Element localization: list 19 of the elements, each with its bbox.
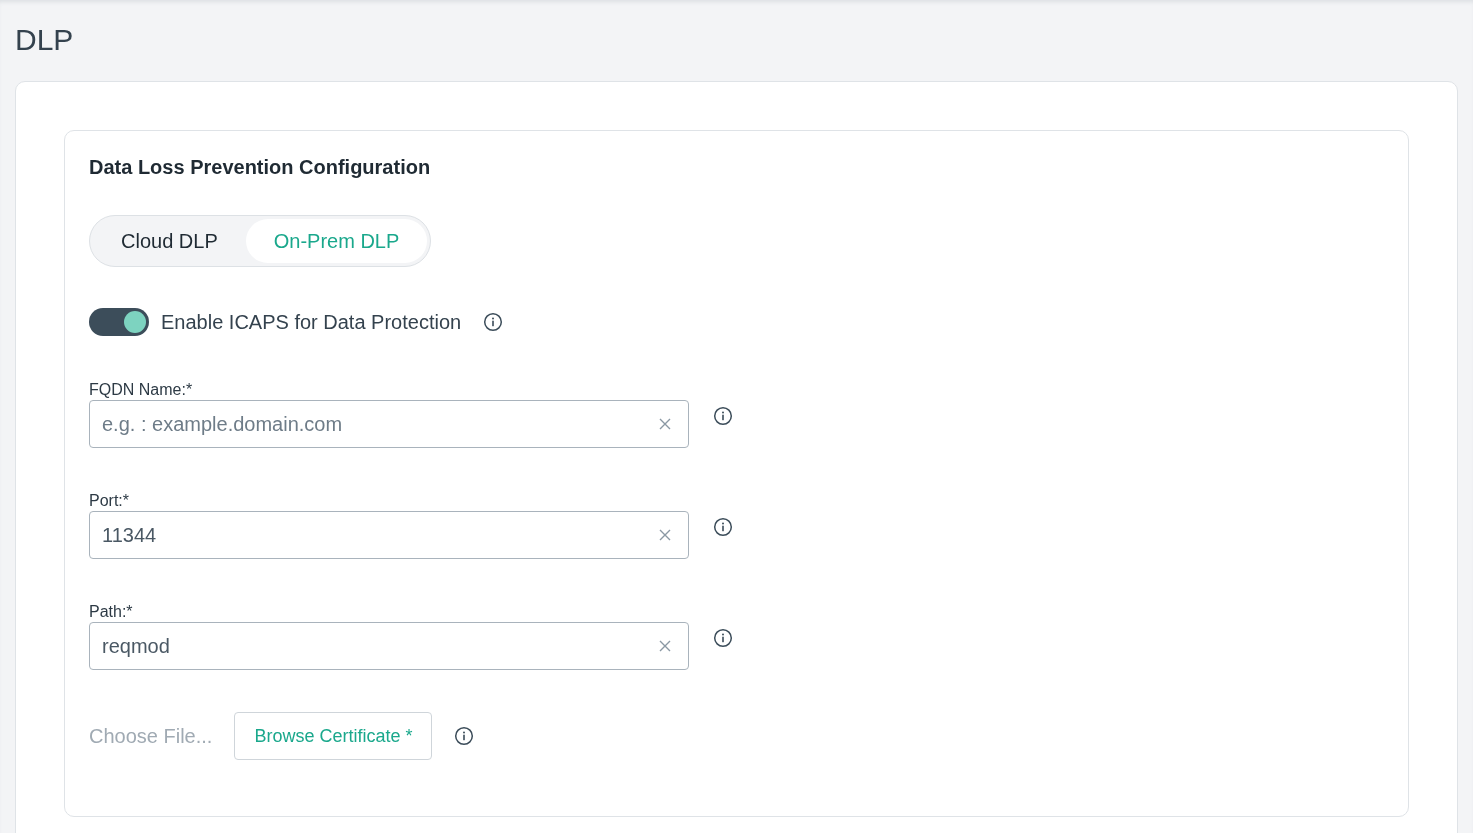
input-field[interactable]: e.g. : example.domain.com bbox=[89, 400, 689, 448]
info-icon[interactable] bbox=[483, 312, 504, 332]
info-icon[interactable] bbox=[713, 406, 733, 426]
toggle-label: Enable ICAPS for Data Protection bbox=[161, 310, 462, 334]
field-label: FQDN Name:* bbox=[89, 380, 194, 400]
tab[interactable]: Cloud DLP bbox=[93, 219, 246, 263]
field-label: Path:* bbox=[89, 602, 134, 622]
clear-icon[interactable] bbox=[659, 640, 671, 652]
info-icon[interactable] bbox=[713, 517, 733, 537]
field-label: Port:* bbox=[89, 491, 130, 511]
clear-icon[interactable] bbox=[659, 529, 671, 541]
toggle-switch[interactable] bbox=[89, 308, 149, 336]
info-icon[interactable] bbox=[713, 628, 733, 648]
input-field[interactable]: 11344 bbox=[89, 511, 689, 559]
clear-icon[interactable] bbox=[659, 418, 671, 430]
page-title: DLP bbox=[15, 22, 75, 58]
input-field[interactable]: reqmod bbox=[89, 622, 689, 670]
info-icon[interactable] bbox=[454, 726, 475, 746]
section-title: Data Loss Prevention Configuration bbox=[89, 155, 432, 180]
